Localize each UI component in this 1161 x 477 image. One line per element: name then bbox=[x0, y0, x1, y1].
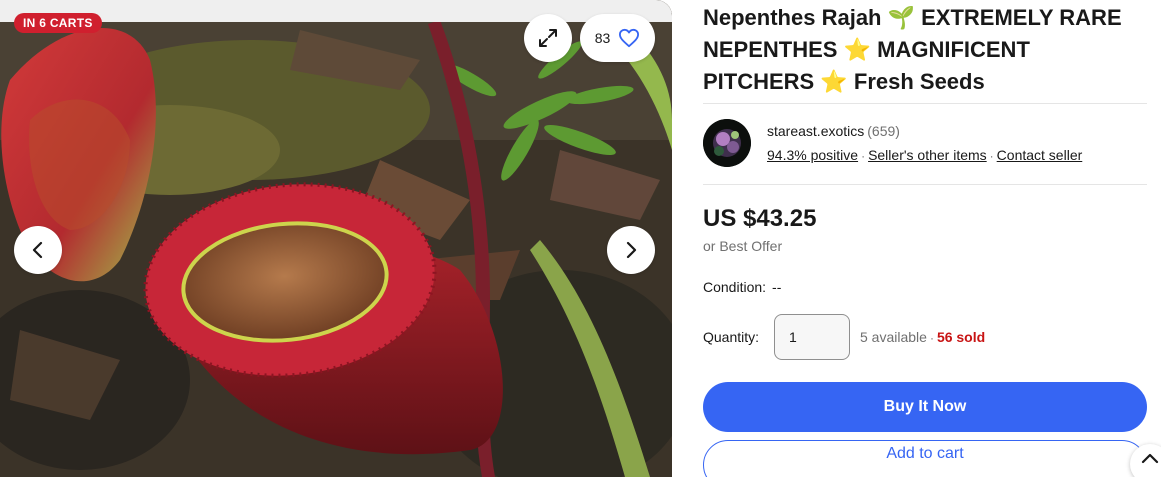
listing-page: IN 6 CARTS 83 Nepenthes Rajah 🌱 EXTREMEL… bbox=[0, 0, 1161, 477]
star-icon: ⭐ bbox=[820, 70, 848, 95]
condition-label: Condition: bbox=[703, 279, 767, 295]
feedback-count: (659) bbox=[867, 123, 900, 139]
seller-name-line: stareast.exotics (659) bbox=[767, 123, 900, 139]
add-to-cart-button[interactable]: Add to cart bbox=[703, 440, 1147, 477]
seller-name[interactable]: stareast.exotics bbox=[767, 123, 864, 139]
image-gallery[interactable]: IN 6 CARTS 83 bbox=[0, 0, 672, 477]
title-text-4: Fresh Seeds bbox=[847, 69, 985, 94]
divider bbox=[703, 184, 1147, 185]
seller-avatar[interactable] bbox=[703, 119, 751, 167]
condition-value: -- bbox=[772, 279, 782, 295]
avatar-image bbox=[703, 119, 751, 167]
watch-count: 83 bbox=[594, 30, 611, 46]
seedling-icon: 🌱 bbox=[887, 6, 916, 31]
chevron-up-icon bbox=[1141, 453, 1159, 464]
expand-image-button[interactable] bbox=[524, 14, 572, 62]
contact-seller-link[interactable]: Contact seller bbox=[997, 147, 1083, 163]
buy-it-now-button[interactable]: Buy It Now bbox=[703, 382, 1147, 432]
price: US $43.25 bbox=[703, 205, 817, 232]
seller-links: 94.3% positive · Seller's other items · Cont… bbox=[767, 147, 1082, 163]
separator-dot: · bbox=[929, 331, 934, 345]
carts-badge: IN 6 CARTS bbox=[14, 13, 102, 33]
availability-text: 5 available · 56 sold bbox=[860, 329, 985, 345]
seller-card: stareast.exotics (659) 94.3% positive · Sel… bbox=[703, 119, 1147, 169]
positive-feedback-link[interactable]: 94.3% positive bbox=[767, 147, 858, 163]
quantity-input[interactable] bbox=[774, 314, 850, 360]
watch-button[interactable]: 83 bbox=[580, 14, 655, 62]
previous-image-button[interactable] bbox=[14, 226, 62, 274]
title-text-1: Nepenthes Rajah bbox=[703, 5, 888, 30]
heart-icon bbox=[619, 28, 640, 48]
chevron-right-icon bbox=[626, 241, 637, 259]
listing-details: Nepenthes Rajah 🌱 EXTREMELY RARE NEPENTH… bbox=[703, 0, 1147, 477]
expand-icon bbox=[539, 29, 557, 47]
next-image-button[interactable] bbox=[607, 226, 655, 274]
separator-dot: · bbox=[989, 149, 994, 163]
product-photo bbox=[0, 0, 672, 477]
chevron-left-icon bbox=[32, 241, 43, 259]
condition-row: Condition: -- bbox=[703, 279, 781, 295]
quantity-row: Quantity: 5 available·56 sold bbox=[703, 314, 1147, 362]
quantity-label: Quantity: bbox=[703, 329, 760, 345]
seller-other-items-link[interactable]: Seller's other items bbox=[868, 147, 987, 163]
separator-dot: · bbox=[861, 149, 866, 163]
available-count: 5 available bbox=[860, 329, 927, 345]
best-offer-text: or Best Offer bbox=[703, 238, 783, 254]
divider bbox=[703, 103, 1147, 104]
sold-count: 56 sold bbox=[936, 329, 986, 345]
listing-title: Nepenthes Rajah 🌱 EXTREMELY RARE NEPENTH… bbox=[703, 0, 1147, 98]
star-icon: ⭐ bbox=[843, 38, 871, 63]
